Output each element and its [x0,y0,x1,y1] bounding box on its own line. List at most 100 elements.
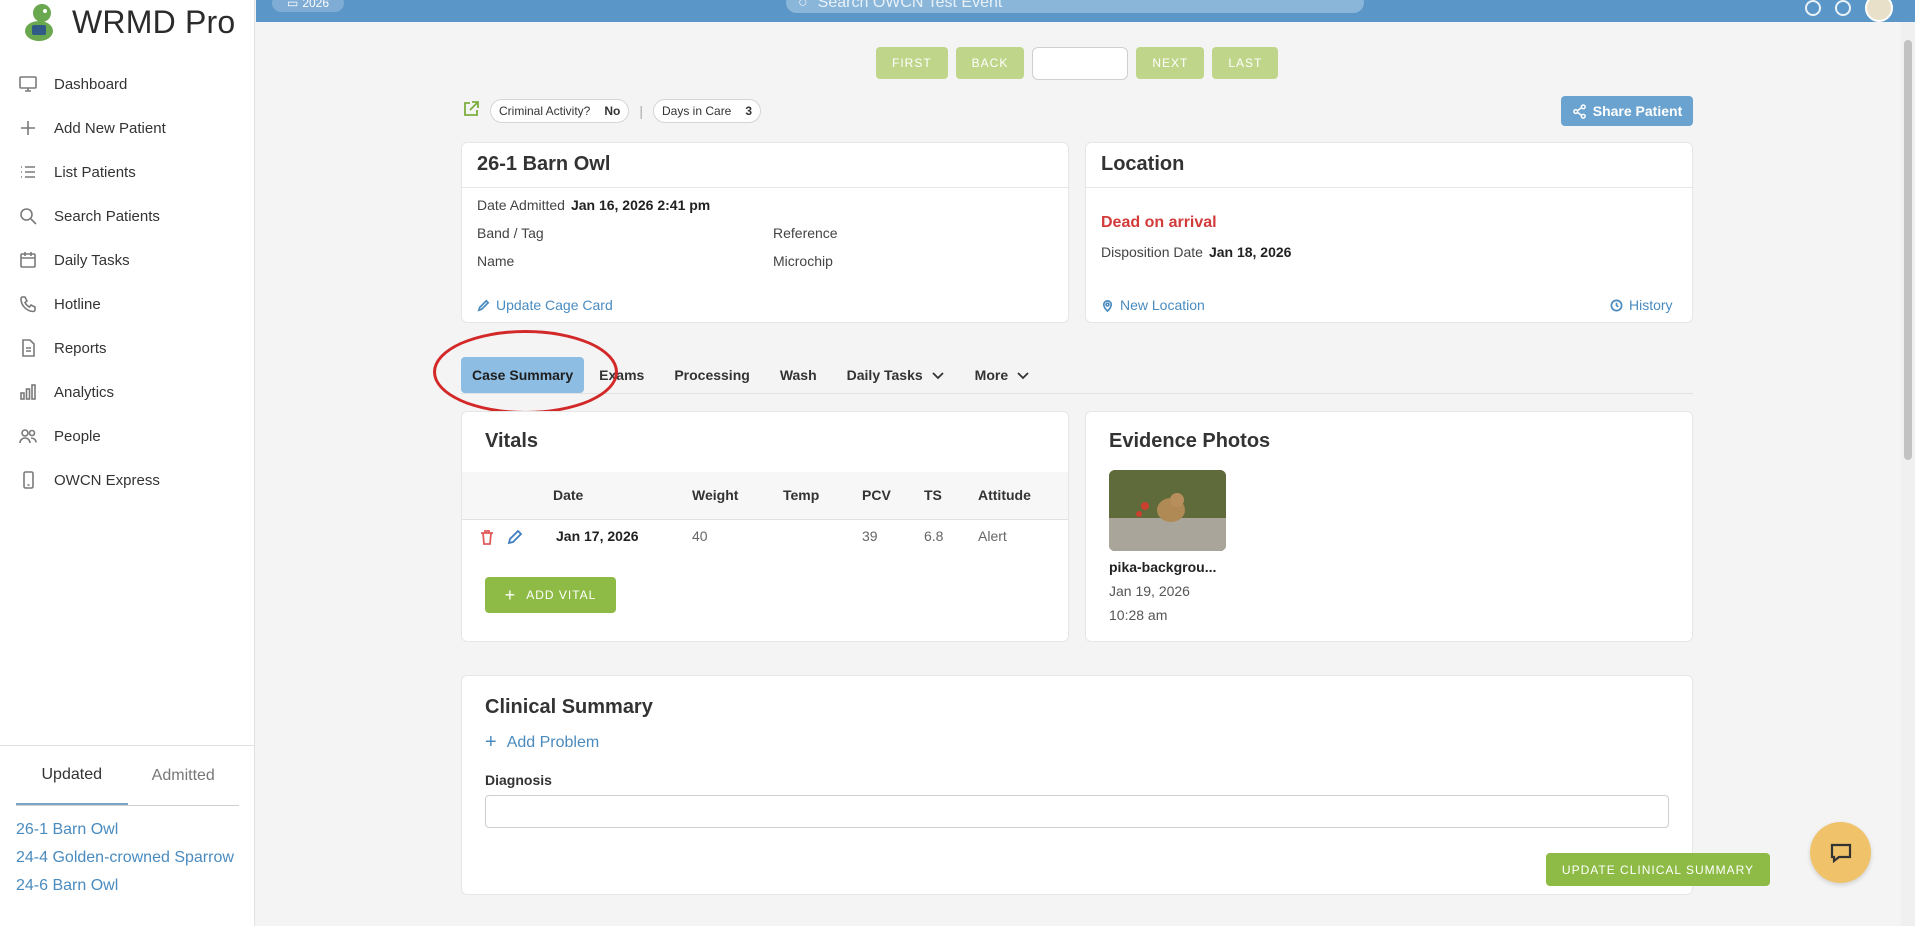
new-location-link[interactable]: New Location [1101,297,1205,313]
tab-updated[interactable]: Updated [16,746,128,805]
brand[interactable]: WRMD Pro [18,0,235,44]
photo-filename[interactable]: pika-backgrou... [1109,559,1216,575]
update-clinical-summary-button[interactable]: UPDATE CLINICAL SUMMARY [1546,853,1770,886]
search-icon: ○ [798,0,808,11]
sidebar-item-list-patients[interactable]: List Patients [0,150,255,194]
sidebar-item-hotline[interactable]: Hotline [0,282,255,326]
add-vital-label: ADD VITAL [526,588,597,602]
tab-daily-tasks-label: Daily Tasks [846,366,923,383]
next-button[interactable]: NEXT [1136,47,1205,79]
search-placeholder: Search OWCN Test Event [817,0,1003,11]
share-label: Share Patient [1592,103,1683,119]
vitals-table-header: Date Weight Temp PCV TS Attitude [462,472,1068,520]
clinical-summary-card: Clinical Summary + Add Problem Diagnosis… [461,675,1770,895]
sidebar-item-label: Daily Tasks [54,251,130,269]
location-card: Location Dead on arrival Disposition Dat… [1085,142,1693,323]
search-icon [20,208,37,225]
recent-patients-panel: Updated Admitted 26-1 Barn Owl 24-4 Gold… [0,745,255,926]
sidebar-item-daily-tasks[interactable]: Daily Tasks [0,238,255,282]
scroll-thumb[interactable] [1904,40,1912,460]
tab-processing[interactable]: Processing [659,357,764,393]
tab-admitted[interactable]: Admitted [128,746,240,805]
recent-patient-link[interactable]: 26-1 Barn Owl [16,816,239,844]
add-problem-link[interactable]: + Add Problem [485,731,599,754]
year-selector[interactable]: ▭ 2026 [272,0,344,12]
sidebar-item-add-new-patient[interactable]: Add New Patient [0,106,255,150]
name-label: Name [477,253,515,269]
tab-case-summary[interactable]: Case Summary [461,356,585,393]
divider: | [639,103,643,119]
share-icon [1572,103,1586,119]
update-cage-card-label: Update Cage Card [496,297,613,313]
sidebar-item-search-patients[interactable]: Search Patients [0,194,255,238]
top-bar: ▭ 2026 ○ Search OWCN Test Event [256,0,1915,22]
trash-icon[interactable] [478,528,496,549]
vital-date: Jan 17, 2026 [556,528,639,544]
column-header: TS [924,487,942,503]
disposition-date: Disposition Date Jan 18, 2026 [1101,244,1291,260]
list-icon [21,166,35,178]
recent-patient-link[interactable]: 24-6 Barn Owl [16,872,239,900]
sidebar-item-dashboard[interactable]: Dashboard [0,62,255,106]
add-problem-label: Add Problem [506,733,600,751]
case-number-input[interactable] [1032,47,1129,80]
plus-icon: + [504,584,517,605]
sidebar-item-people[interactable]: People [0,414,255,458]
last-button[interactable]: LAST [1212,47,1279,79]
sidebar: WRMD Pro Dashboard Add New Patient List … [0,0,255,926]
tab-daily-tasks[interactable]: Daily Tasks [832,357,960,393]
recent-patient-link[interactable]: 24-4 Golden-crowned Sparrow [16,844,239,872]
column-header: Temp [783,487,820,503]
chat-support-button[interactable] [1810,822,1871,883]
tab-exams[interactable]: Exams [584,357,659,393]
sidebar-item-owcn-express[interactable]: OWCN Express [0,458,255,502]
diagnosis-input[interactable] [485,795,1669,828]
add-vital-button[interactable]: + ADD VITAL [485,577,616,613]
first-button[interactable]: FIRST [876,47,948,79]
date-admitted-value: Jan 16, 2026 2:41 pm [570,197,711,213]
mobile-icon [23,471,34,489]
people-icon [19,429,37,444]
page-scrollbar[interactable] [1901,22,1915,926]
chevron-down-icon [1017,371,1029,379]
sidebar-item-label: OWCN Express [54,471,160,489]
calendar-icon: ▭ [286,0,299,10]
patient-title: 26-1 Barn Owl [477,153,611,175]
sidebar-item-analytics[interactable]: Analytics [0,370,255,414]
vital-ts: 6.8 [924,528,944,544]
update-cage-card-link[interactable]: Update Cage Card [477,297,613,313]
vital-attitude: Alert [978,528,1007,544]
column-header: Date [553,487,584,503]
external-edit-icon[interactable] [462,100,480,123]
share-patient-button[interactable]: Share Patient [1561,96,1693,126]
vital-pcv: 39 [862,528,878,544]
sidebar-item-label: Dashboard [54,75,128,93]
evidence-title: Evidence Photos [1109,430,1271,452]
pika-photo-image [1109,470,1226,551]
pencil-icon [477,299,490,311]
sidebar-item-label: Add New Patient [54,119,166,137]
evidence-photo-thumbnail[interactable] [1109,470,1226,551]
help-icon[interactable] [1805,0,1821,16]
evidence-photos-card: Evidence Photos pika-backgrou... Jan 19,… [1085,411,1693,642]
tab-wash[interactable]: Wash [765,357,832,393]
avatar[interactable] [1865,0,1893,22]
recent-patients-list: 26-1 Barn Owl 24-4 Golden-crowned Sparro… [0,806,255,900]
bell-icon[interactable] [1835,0,1851,16]
vitals-card: Vitals Date Weight Temp PCV TS Attitude … [461,411,1069,642]
patient-pager: FIRST BACK NEXT LAST [876,47,1279,80]
global-search-input[interactable]: ○ Search OWCN Test Event [786,0,1364,13]
reference-label: Reference [773,225,838,241]
history-link[interactable]: History [1610,297,1673,313]
pencil-icon[interactable] [506,528,524,549]
date-admitted-label: Date Admitted [477,197,565,213]
back-button[interactable]: BACK [955,47,1025,79]
tab-more-label: More [974,366,1009,383]
disposition-value: Jan 18, 2026 [1208,244,1292,260]
status-row: Criminal Activity? No | Days in Care 3 [462,99,762,123]
tab-more[interactable]: More [960,357,1045,393]
app-root: WRMD Pro Dashboard Add New Patient List … [0,0,1915,926]
sidebar-item-reports[interactable]: Reports [0,326,255,370]
sidebar-item-label: List Patients [54,163,136,181]
chat-bubble-icon [1830,843,1851,863]
